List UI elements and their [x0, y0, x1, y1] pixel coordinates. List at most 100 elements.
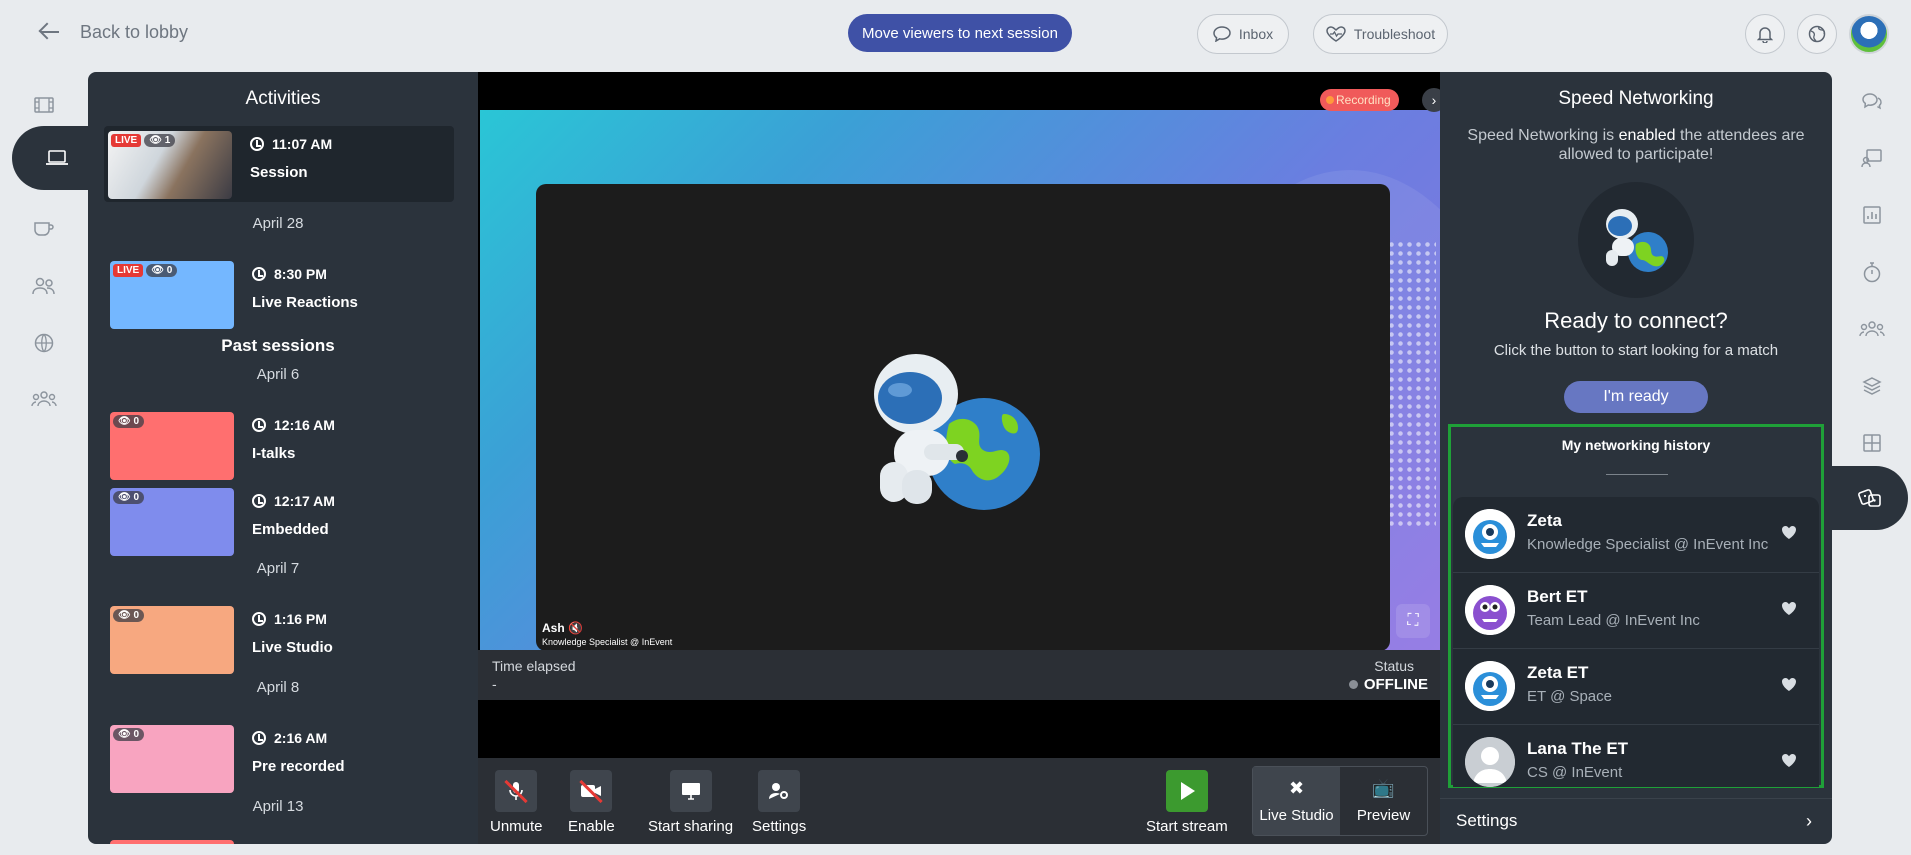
session-thumbnail: LIVE 👁 0 — [110, 261, 234, 329]
attendee-name: Zeta — [1527, 511, 1562, 530]
play-icon — [1165, 770, 1208, 812]
top-bar: Back to lobby Move viewers to next sessi… — [0, 0, 1911, 70]
session-time: 8:30 PM — [274, 266, 327, 282]
heart-icon[interactable] — [1781, 525, 1797, 540]
notifications-button[interactable] — [1745, 14, 1785, 54]
session-title: Live Reactions — [252, 294, 358, 311]
globe-icon[interactable] — [0, 314, 88, 372]
session-item[interactable]: 👁 0 12:16 AM I-talks — [106, 407, 454, 483]
networking-history-list: Zeta Knowledge Specialist @ InEvent Inc … — [1453, 497, 1819, 787]
speed-networking-title: Speed Networking — [1558, 88, 1714, 109]
tools-icon: ✖ — [1288, 778, 1305, 798]
dice-icon[interactable] — [1832, 466, 1908, 530]
session-item[interactable]: 👁 0 1:16 PM Live Studio — [106, 601, 454, 677]
heart-icon[interactable] — [1781, 753, 1797, 768]
layers-icon[interactable] — [1832, 357, 1911, 414]
clock-icon — [252, 418, 266, 432]
video-tile[interactable]: Ash 🔇 Knowledge Specialist @ InEvent — [536, 184, 1390, 650]
attendee-role: Team Lead @ InEvent Inc — [1527, 612, 1700, 629]
session-item[interactable]: 👁 0 12:17 AM Embedded — [106, 483, 454, 559]
start-stream-button[interactable]: Start stream — [1146, 770, 1228, 835]
people-icon[interactable] — [0, 257, 88, 315]
date-label: April 13 — [252, 798, 304, 815]
clock-icon — [252, 267, 266, 281]
microphone-icon — [495, 770, 538, 812]
avatar — [1465, 585, 1515, 635]
unmute-button[interactable]: Unmute — [490, 770, 543, 835]
list-item[interactable]: Zeta ET ET @ Space — [1453, 649, 1819, 725]
settings-button[interactable]: Settings — [752, 770, 806, 835]
enable-camera-button[interactable]: Enable — [568, 770, 615, 835]
stopwatch-icon[interactable] — [1832, 243, 1911, 300]
session-time: 11:07 AM — [272, 136, 333, 152]
session-item[interactable]: LIVE 👁 1 11:07 AM Session — [104, 126, 454, 202]
views-badge: 👁 1 — [144, 134, 176, 147]
attendee-name: Zeta ET — [1527, 663, 1589, 682]
attendee-role: Knowledge Specialist @ InEvent Inc — [1527, 536, 1769, 553]
move-viewers-button[interactable]: Move viewers to next session — [848, 14, 1072, 52]
heart-icon[interactable] — [1781, 601, 1797, 616]
right-icon-rail — [1832, 72, 1911, 471]
session-thumbnail: 👁 0 — [110, 412, 234, 480]
session-time: 1:16 PM — [274, 611, 327, 627]
im-ready-button[interactable]: I'm ready — [1564, 381, 1708, 413]
user-avatar[interactable] — [1849, 14, 1889, 54]
views-badge: 👁 0 — [113, 415, 145, 428]
clock-icon — [252, 731, 266, 745]
chat-icon[interactable] — [1832, 72, 1911, 129]
speaker-name: Ash 🔇 — [542, 621, 583, 635]
recording-badge: Recording — [1320, 89, 1399, 111]
session-thumbnail: 👁 0 — [110, 488, 234, 556]
preview-tab[interactable]: 📺 Preview — [1340, 767, 1427, 835]
networking-history-title: My networking history — [1561, 437, 1711, 453]
stage-controls: Unmute Enable Start sharing Settings Sta… — [478, 758, 1440, 844]
avatar — [1465, 661, 1515, 711]
session-title: Embedded — [252, 521, 329, 538]
avatar — [1465, 509, 1515, 559]
start-stream-label: Start stream — [1146, 818, 1228, 835]
list-item[interactable]: Lana The ET CS @ InEvent — [1453, 725, 1819, 801]
monitor-icon — [669, 770, 712, 812]
views-badge: 👁 0 — [146, 264, 178, 277]
list-item[interactable]: Bert ET Team Lead @ InEvent Inc — [1453, 573, 1819, 649]
grid-icon[interactable] — [1832, 414, 1911, 471]
time-elapsed-value: - — [492, 676, 497, 692]
session-time: 2:16 AM — [274, 730, 328, 746]
session-thumbnail: LIVE 👁 1 — [108, 131, 232, 199]
attendee-name: Lana The ET — [1527, 739, 1629, 758]
ready-subtitle: Click the button to start looking for a … — [1493, 342, 1779, 359]
group-icon[interactable] — [1832, 300, 1911, 357]
back-to-lobby-link[interactable]: Back to lobby — [38, 20, 188, 44]
start-sharing-button[interactable]: Start sharing — [648, 770, 733, 835]
session-time: 12:16 AM — [274, 417, 335, 433]
stage-area: Ash 🔇 Knowledge Specialist @ InEvent Rec… — [478, 72, 1446, 844]
troubleshoot-button[interactable]: Troubleshoot — [1313, 14, 1448, 54]
poll-chart-icon[interactable] — [1832, 186, 1911, 243]
activities-title: Activities — [245, 88, 321, 109]
language-button[interactable] — [1797, 14, 1837, 54]
live-badge: LIVE — [113, 264, 144, 277]
avatar — [1465, 737, 1515, 787]
settings-row[interactable]: Settings › — [1440, 798, 1832, 844]
coffee-cup-icon[interactable] — [0, 200, 88, 258]
list-item[interactable]: Zeta Knowledge Specialist @ InEvent Inc — [1453, 497, 1819, 573]
inbox-button[interactable]: Inbox — [1197, 14, 1289, 54]
presenter-icon[interactable] — [1832, 129, 1911, 186]
speed-networking-description: Speed Networking is enabled the attendee… — [1467, 127, 1805, 163]
fullscreen-icon[interactable]: ⛶ — [1396, 604, 1430, 638]
session-thumbnail-partial[interactable] — [110, 840, 234, 844]
session-thumbnail: 👁 0 — [110, 725, 234, 793]
session-item[interactable]: LIVE 👁 0 8:30 PM Live Reactions — [106, 256, 454, 332]
live-studio-tab[interactable]: ✖ Live Studio — [1253, 767, 1340, 835]
heart-icon[interactable] — [1781, 677, 1797, 692]
settings-row-label: Settings — [1456, 811, 1518, 830]
attendee-role: ET @ Space — [1527, 688, 1612, 705]
time-elapsed-label: Time elapsed — [492, 658, 576, 674]
group-icon[interactable] — [0, 370, 88, 428]
clock-icon — [250, 137, 264, 151]
ready-title: Ready to connect? — [1544, 308, 1728, 333]
start-sharing-label: Start sharing — [648, 818, 734, 835]
divider — [1606, 474, 1668, 475]
clock-icon — [252, 612, 266, 626]
session-item[interactable]: 👁 0 2:16 AM Pre recorded — [106, 720, 454, 796]
